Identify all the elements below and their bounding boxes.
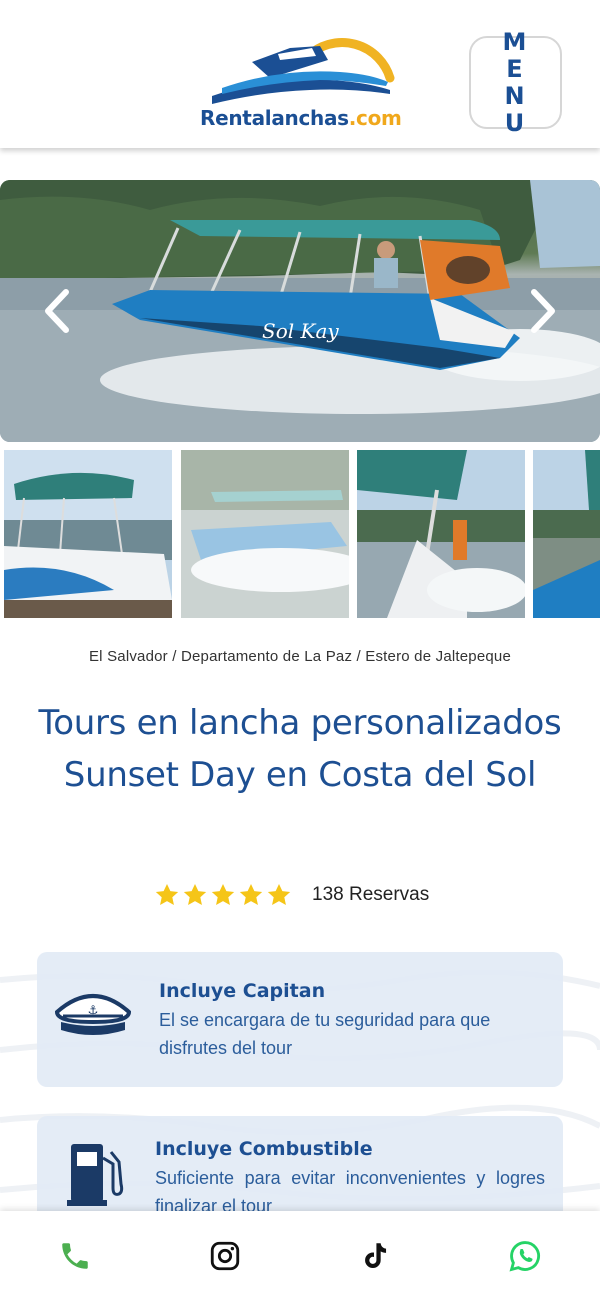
hero-image-carousel[interactable]: Sol Kay (0, 180, 600, 442)
carousel-next-arrow-icon[interactable] (528, 288, 558, 334)
thumbnail-image (4, 450, 172, 618)
bottom-contact-bar (0, 1211, 600, 1299)
gallery-thumbnail-3[interactable] (357, 450, 525, 618)
feature-title: Incluye Combustible (155, 1138, 373, 1160)
thumbnail-image (357, 450, 525, 618)
star-rating (154, 882, 292, 908)
star-icon (239, 883, 263, 905)
feature-description: El se encargara de tu seguridad para que… (159, 1010, 491, 1058)
fuel-pump-icon (67, 1144, 124, 1206)
gallery-thumbnail-1[interactable] (4, 450, 172, 618)
carousel-prev-arrow-icon[interactable] (42, 288, 72, 334)
gallery-thumbnail-4[interactable] (533, 450, 600, 618)
whatsapp-icon[interactable] (508, 1239, 542, 1273)
boat-hull-text: Sol Kay (262, 319, 339, 343)
feature-title: Incluye Capitan (159, 980, 326, 1002)
instagram-icon[interactable] (208, 1239, 242, 1273)
star-icon (155, 883, 179, 905)
rating: 138 Reservas (154, 878, 429, 912)
boat-photo: Sol Kay (0, 180, 600, 442)
star-icon (267, 883, 291, 905)
rentalanchas-logo[interactable]: Rentalanchas.com (200, 18, 402, 133)
site-header: Rentalanchas.com MENU (0, 0, 600, 148)
tiktok-icon[interactable] (358, 1239, 392, 1273)
boat-sun-logo-icon (212, 38, 395, 104)
gallery-thumbnail-2[interactable] (181, 450, 349, 618)
svg-text:⚓: ⚓ (88, 1003, 99, 1017)
feature-card-captain: ⚓ Incluye Capitan El se encargara de tu … (37, 952, 563, 1087)
reservations-count: 138 Reservas (312, 884, 430, 905)
logo-text: Rentalanchas.com (200, 106, 402, 130)
menu-button[interactable]: MENU (469, 28, 562, 136)
phone-icon[interactable] (58, 1239, 92, 1273)
star-icon (183, 883, 207, 905)
captain-hat-icon: ⚓ (54, 994, 132, 1035)
thumbnail-image (181, 450, 349, 618)
page-title: Tours en lancha personalizados Sunset Da… (38, 703, 562, 795)
thumbnail-image (533, 450, 600, 618)
menu-label: MENU (502, 27, 537, 137)
star-icon (211, 883, 235, 905)
breadcrumb: El Salvador / Departamento de La Paz / E… (88, 648, 512, 665)
